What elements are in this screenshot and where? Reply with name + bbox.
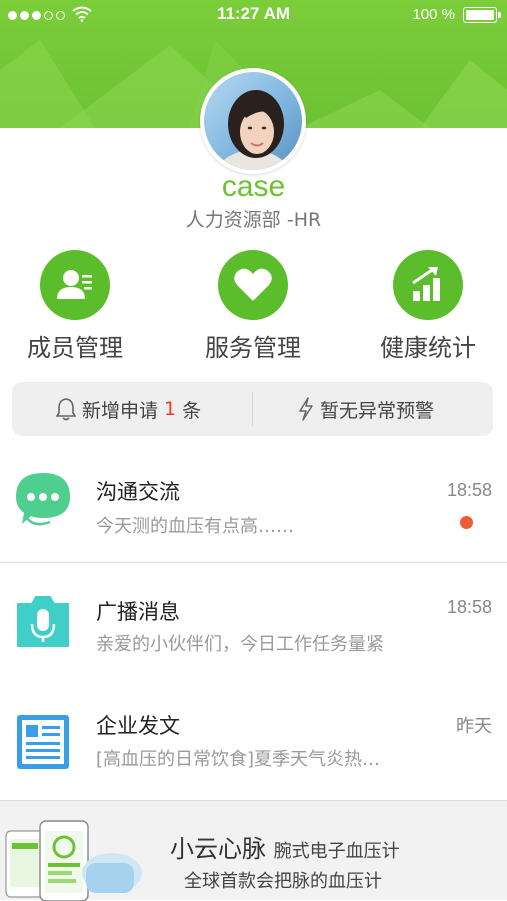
new-application-prefix: 新增申请	[82, 399, 159, 422]
message-preview: 今天测的血压有点高……	[96, 516, 294, 537]
chat-icon	[16, 473, 70, 526]
battery-icon	[463, 7, 501, 23]
banner-product: 腕式电子血压计	[273, 841, 400, 862]
microphone-icon	[17, 596, 69, 647]
member-icon	[40, 250, 110, 320]
banner-subtitle: 全球首款会把脉的血压计	[184, 871, 382, 892]
notice-bar: 新增申请 1 条 暂无异常预警	[12, 382, 493, 436]
new-application-count: 1	[164, 398, 177, 420]
message-time: 18:58	[446, 480, 492, 500]
profile-name: case	[221, 170, 286, 203]
abnormal-alert-text: 暂无异常预警	[320, 399, 435, 422]
health-statistics-button[interactable]: 健康统计	[353, 250, 503, 363]
list-separator	[0, 562, 507, 563]
avatar[interactable]	[200, 68, 306, 174]
abnormal-alert-notice[interactable]: 暂无异常预警	[298, 382, 434, 436]
message-time: 18:58	[446, 597, 492, 617]
bell-icon	[56, 398, 76, 421]
product-image	[5, 820, 142, 901]
product-banner[interactable]: 小云心脉 腕式电子血压计 全球首款会把脉的血压计	[0, 800, 507, 901]
chart-icon	[393, 250, 463, 320]
banner-brand: 小云心脉	[170, 835, 266, 863]
unread-dot	[460, 516, 473, 529]
avatar-photo	[204, 72, 302, 170]
member-management-label: 成员管理	[27, 334, 123, 362]
profile-department: 人力资源部 -HR	[185, 209, 322, 231]
message-time: 昨天	[456, 716, 492, 736]
heart-icon	[218, 250, 288, 320]
message-preview: [高血压的日常饮食]夏季天气炎热…	[96, 749, 381, 770]
message-title: 企业发文	[96, 714, 180, 738]
health-statistics-label: 健康统计	[380, 334, 476, 362]
banner-title: 小云心脉 腕式电子血压计	[170, 829, 400, 864]
member-management-button[interactable]: 成员管理	[0, 250, 150, 363]
service-management-button[interactable]: 服务管理	[178, 250, 328, 363]
message-item-broadcast[interactable]: 广播消息 18:58 亲爱的小伙伴们，今日工作任务量紧	[0, 590, 507, 706]
new-application-notice[interactable]: 新增申请 1 条	[56, 382, 201, 436]
lightning-icon	[299, 397, 313, 421]
message-title: 广播消息	[96, 600, 180, 624]
message-title: 沟通交流	[96, 480, 180, 504]
message-preview: 亲爱的小伙伴们，今日工作任务量紧	[96, 634, 384, 655]
service-management-label: 服务管理	[205, 334, 301, 362]
new-application-suffix: 条	[182, 399, 202, 422]
status-bar: 11:27 AM 100 %	[0, 0, 507, 30]
battery-percent: 100 %	[412, 6, 455, 23]
notice-divider	[252, 392, 253, 426]
message-item-communication[interactable]: 沟通交流 18:58 今天测的血压有点高……	[0, 470, 507, 586]
document-icon	[17, 715, 69, 769]
